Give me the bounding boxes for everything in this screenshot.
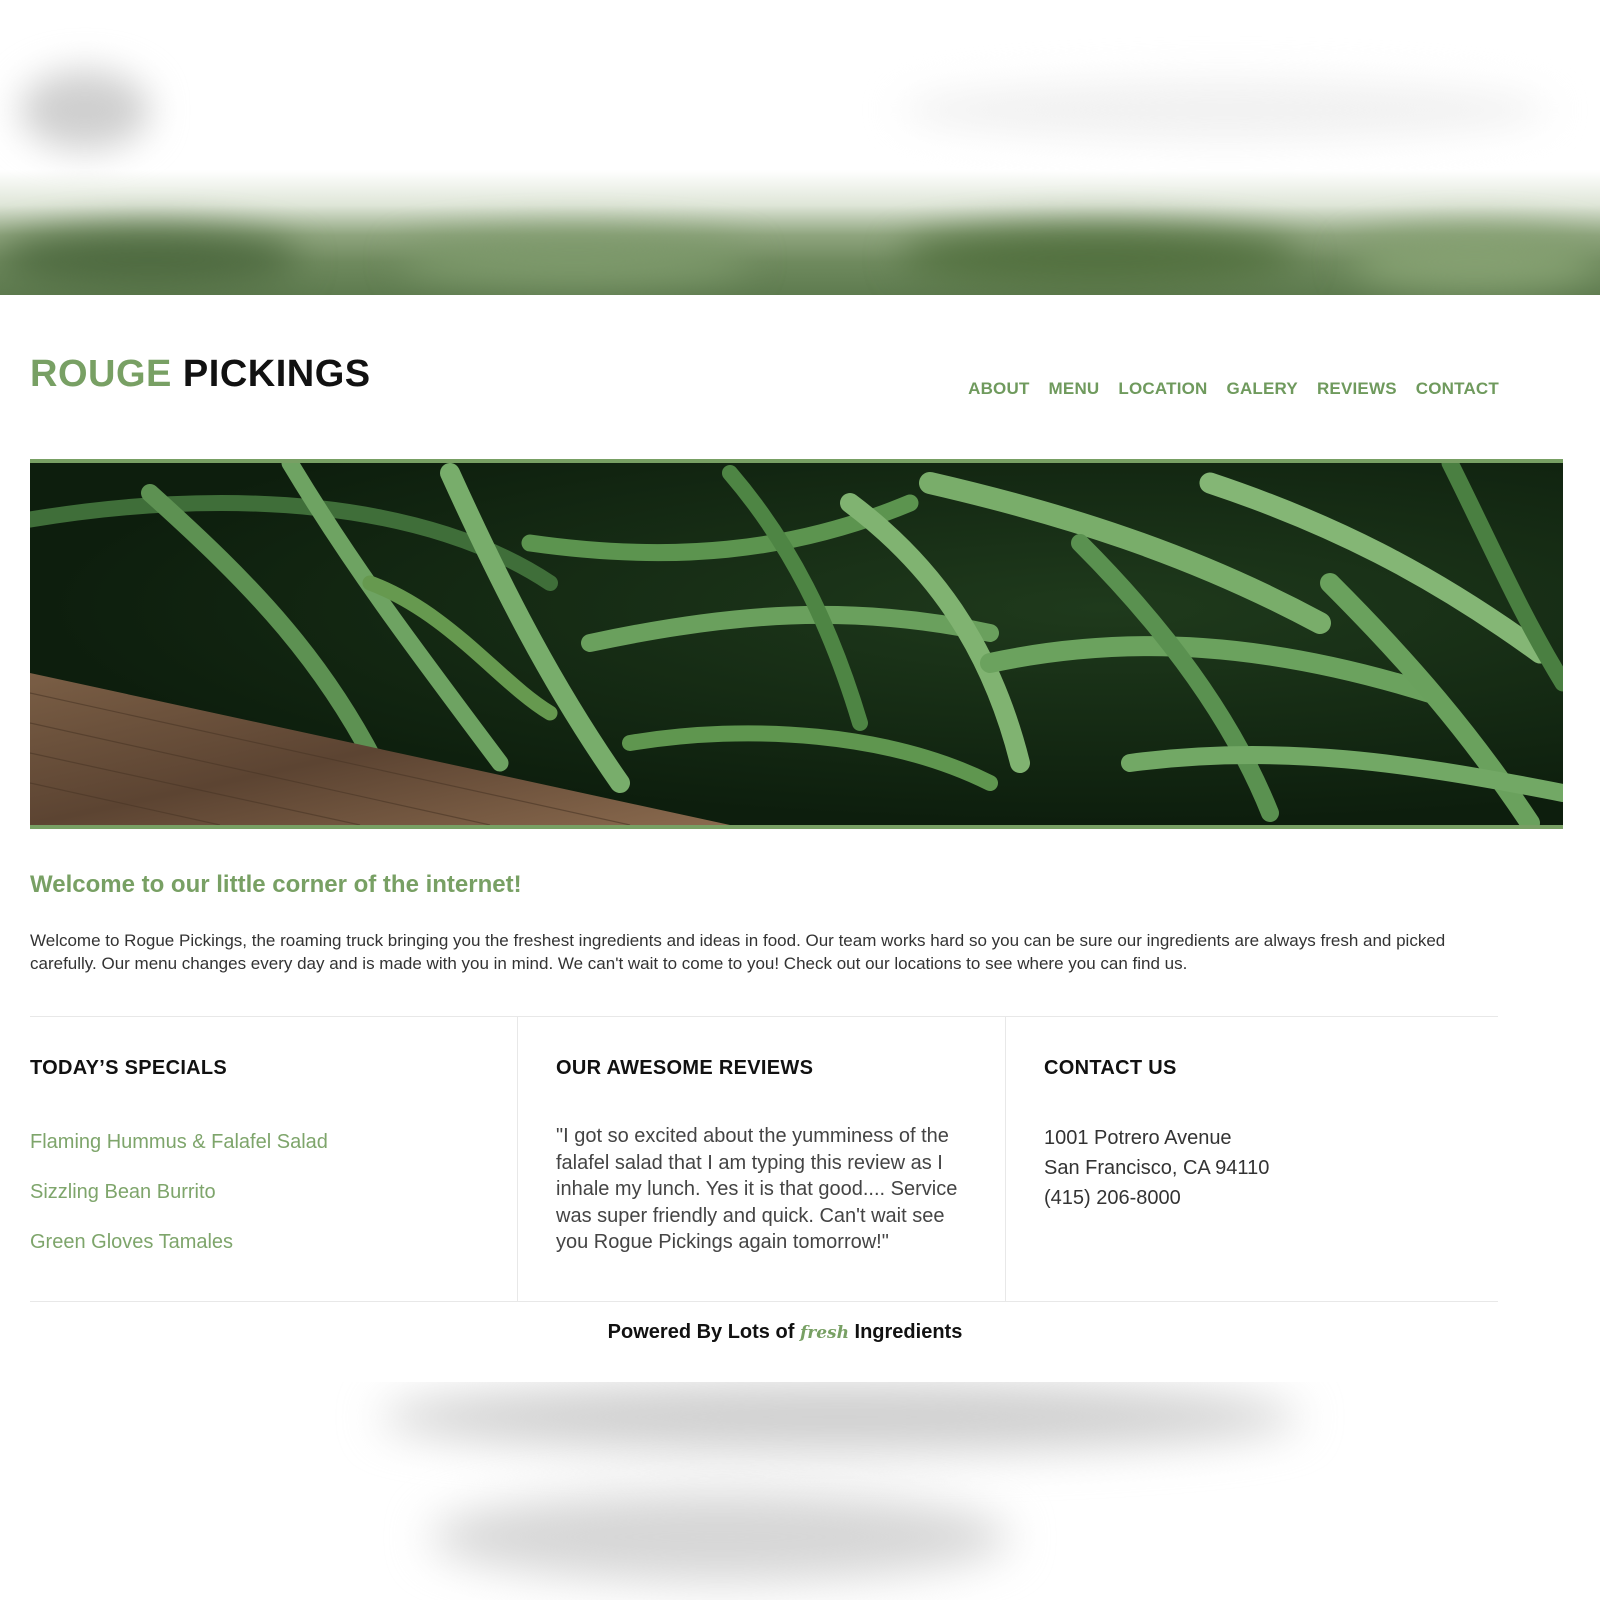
special-item[interactable]: Sizzling Bean Burrito <box>30 1181 328 1231</box>
hero-image <box>30 459 1563 829</box>
footer-prefix: Powered By Lots of <box>607 1321 795 1343</box>
contact-phone[interactable]: (415) 206-8000 <box>1044 1183 1269 1213</box>
nav-about[interactable]: ABOUT <box>968 379 1029 399</box>
special-item[interactable]: Flaming Hummus & Falafel Salad <box>30 1131 328 1181</box>
site-logo[interactable]: ROUGE PICKINGS <box>30 353 371 396</box>
nav-contact[interactable]: CONTACT <box>1416 379 1499 399</box>
welcome-paragraph: Welcome to Rogue Pickings, the roaming t… <box>30 931 1446 973</box>
main-nav: ABOUT MENU LOCATION GALERY REVIEWS CONTA… <box>968 379 1499 399</box>
reviews-column: OUR AWESOME REVIEWS "I got so excited ab… <box>517 1017 1005 1301</box>
logo-part-2: PICKINGS <box>182 353 371 395</box>
welcome-heading: Welcome to our little corner of the inte… <box>30 870 522 898</box>
specials-list: Flaming Hummus & Falafel Salad Sizzling … <box>30 1131 328 1281</box>
green-beans-illustration <box>30 463 1563 825</box>
reviews-heading: OUR AWESOME REVIEWS <box>556 1057 814 1079</box>
contact-address-line2: San Francisco, CA 94110 <box>1044 1157 1270 1179</box>
nav-gallery[interactable]: GALERY <box>1227 379 1298 399</box>
contact-address-line1: 1001 Potrero Avenue <box>1044 1127 1232 1149</box>
website-page: ROUGE PICKINGS ABOUT MENU LOCATION GALER… <box>0 295 1600 1382</box>
review-quote: "I got so excited about the yumminess of… <box>556 1125 958 1253</box>
footer-suffix: Ingredients <box>854 1321 963 1343</box>
background-blur-top <box>0 0 1600 295</box>
background-blur-bottom <box>0 1382 1600 1600</box>
site-footer: Powered By Lots of fresh Ingredients <box>0 1321 1570 1344</box>
nav-location[interactable]: LOCATION <box>1118 379 1207 399</box>
contact-heading: CONTACT US <box>1044 1057 1177 1079</box>
contact-details: 1001 Potrero Avenue San Francisco, CA 94… <box>1044 1123 1269 1213</box>
footer-fresh-script: fresh <box>799 1323 849 1343</box>
specials-column: TODAY’S SPECIALS Flaming Hummus & Falafe… <box>30 1017 517 1301</box>
special-item[interactable]: Green Gloves Tamales <box>30 1231 328 1281</box>
logo-part-1: ROUGE <box>30 353 172 395</box>
nav-menu[interactable]: MENU <box>1049 379 1100 399</box>
nav-reviews[interactable]: REVIEWS <box>1317 379 1397 399</box>
info-columns: TODAY’S SPECIALS Flaming Hummus & Falafe… <box>30 1016 1498 1302</box>
specials-heading: TODAY’S SPECIALS <box>30 1057 228 1079</box>
contact-column: CONTACT US 1001 Potrero Avenue San Franc… <box>1005 1017 1498 1301</box>
